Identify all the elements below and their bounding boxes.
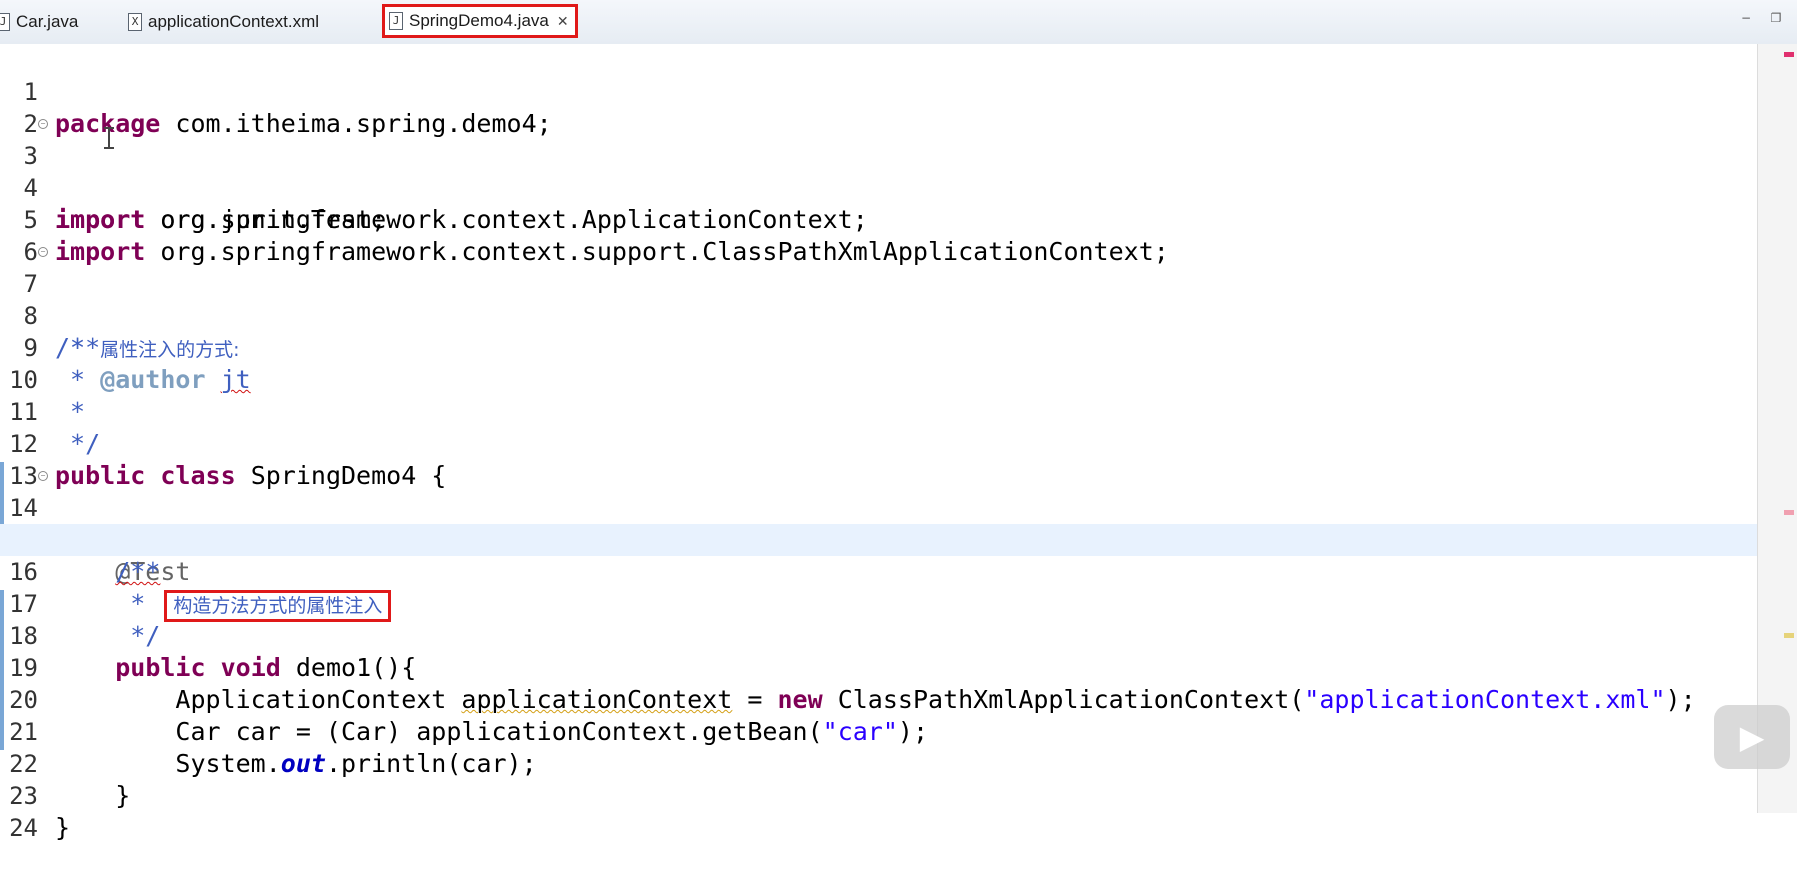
code-line[interactable]: 17 */ (0, 556, 1757, 650)
tab-label: applicationContext.xml (148, 12, 320, 31)
warning-marker[interactable] (1784, 633, 1794, 638)
code-line[interactable]: 7 − /** (0, 236, 1757, 362)
tab-label: Car.java (16, 12, 79, 31)
java-file-icon: J (389, 12, 403, 30)
error-marker[interactable] (1784, 52, 1794, 57)
code-line[interactable]: 12 public class SpringDemo4 { (0, 396, 1757, 490)
editor-tab-bar: J Car.java X applicationContext.xml J Sp… (0, 0, 1797, 45)
tab-application-context-xml[interactable]: X applicationContext.xml (128, 6, 319, 38)
code-line[interactable]: 20 Car car = (Car) applicationContext.ge… (0, 652, 1757, 746)
code-line[interactable]: 6 (0, 204, 1757, 266)
play-icon: ▶ (1739, 718, 1765, 756)
restore-icon[interactable]: ❐ (1768, 12, 1784, 24)
code-line[interactable]: 10 * (0, 332, 1757, 426)
code-line[interactable]: 21 System.out.println(car); (0, 684, 1757, 778)
fold-icon[interactable]: − (38, 247, 48, 257)
code-line[interactable]: 19 ApplicationContext applicationContext… (0, 620, 1757, 714)
xml-file-icon: X (128, 13, 142, 31)
tab-label: SpringDemo4.java (409, 11, 549, 30)
close-icon[interactable]: ✕ (557, 13, 569, 30)
code-line[interactable]: 11 */ (0, 364, 1757, 458)
code-line[interactable]: 5 import org.springframework.context.sup… (0, 172, 1757, 266)
overview-ruler[interactable] (1757, 44, 1797, 813)
code-line[interactable]: 13 (0, 428, 1757, 490)
code-line[interactable]: 9 * @author jt (0, 300, 1757, 394)
code-line[interactable]: 23 } (0, 748, 1757, 842)
code-line[interactable]: 22 } (0, 716, 1757, 810)
code-line[interactable]: 4 import org.springframework.context.App… (0, 140, 1757, 234)
code-line[interactable]: 18 public void demo1(){ (0, 588, 1757, 682)
code-editor[interactable]: 1 package com.itheima.spring.demo4; 2 3 … (0, 44, 1757, 842)
play-button[interactable]: ▶ (1714, 705, 1790, 769)
code-line[interactable]: 15 /** (0, 492, 1757, 586)
fold-icon[interactable]: − (38, 119, 48, 129)
code-line[interactable]: 1 package com.itheima.spring.demo4; (0, 44, 1757, 138)
minimize-icon[interactable]: − (1738, 12, 1754, 24)
java-file-icon: J (0, 13, 10, 31)
tab-springdemo4-java[interactable]: J SpringDemo4.java ✕ (382, 4, 578, 38)
code-line[interactable]: 24 (0, 780, 1757, 842)
code-line[interactable]: 8 * 属性注入的方式: (0, 268, 1757, 362)
line-number: 24 (9, 814, 38, 842)
text-cursor-icon (104, 127, 120, 149)
code-line[interactable]: 14 − @Test (0, 460, 1757, 586)
error-marker[interactable] (1784, 510, 1794, 515)
fold-icon[interactable]: − (38, 471, 48, 481)
tab-car-java[interactable]: J Car.java (0, 6, 78, 38)
code-line-current[interactable]: 16 * 构造方法方式的属性注入 (0, 524, 1757, 622)
code-line[interactable]: 3 − import org.junit.Test; (0, 108, 1757, 234)
code-line[interactable]: 2 (0, 76, 1757, 138)
